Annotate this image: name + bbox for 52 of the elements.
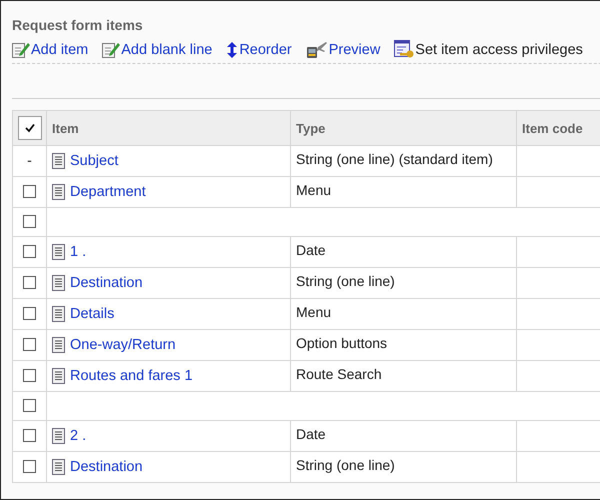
document-icon (52, 275, 66, 291)
type-cell: Date (290, 236, 516, 268)
column-header: Type (290, 110, 516, 146)
type-cell: Menu (290, 176, 516, 208)
document-icon (52, 306, 66, 322)
row-checkbox[interactable] (23, 245, 36, 258)
document-icon (52, 184, 66, 200)
toolbar-link[interactable]: Add blank line (102, 41, 212, 58)
row-checkbox[interactable] (23, 307, 36, 320)
document-icon (52, 244, 66, 260)
pencil-note-icon (102, 41, 120, 58)
row-checkbox[interactable] (23, 215, 36, 228)
row-checkbox[interactable] (23, 276, 36, 290)
document-icon (52, 459, 66, 475)
row-checkbox[interactable] (23, 185, 36, 198)
toolbar-action[interactable]: Set item access privileges (394, 40, 583, 59)
item-link[interactable]: Subject (70, 153, 118, 169)
column-header: Item (46, 110, 290, 146)
type-cell: String (one line) (standard item) (290, 146, 516, 176)
row-checkbox[interactable] (23, 399, 36, 412)
list-key-icon (394, 40, 414, 59)
toolbar-link[interactable]: Reorder (226, 40, 292, 58)
item-link[interactable]: Department (70, 184, 146, 200)
item-link[interactable]: 1 . (70, 244, 86, 260)
toolbar-link[interactable]: Preview (306, 40, 380, 58)
item-link[interactable]: Destination (70, 275, 143, 291)
type-cell: Date (290, 420, 516, 452)
type-cell: String (one line) (290, 268, 516, 298)
type-cell: String (one line) (290, 452, 516, 482)
document-icon (52, 153, 66, 169)
document-icon (52, 337, 66, 353)
document-icon (52, 428, 66, 444)
item-link[interactable]: 2 . (70, 428, 86, 444)
section-title: Request form items (12, 17, 144, 33)
row-checkbox[interactable] (23, 369, 36, 382)
document-icon (52, 368, 66, 384)
up-down-arrow-icon (226, 40, 238, 58)
toolbar-link[interactable]: Add item (12, 41, 88, 58)
check-icon (24, 123, 34, 133)
row-checkbox[interactable] (23, 338, 36, 352)
type-cell: Menu (290, 298, 516, 330)
bus-airplane-icon (306, 40, 328, 58)
row-checkbox[interactable] (23, 460, 36, 474)
item-link[interactable]: Destination (70, 459, 143, 475)
type-cell: Option buttons (290, 330, 516, 360)
type-cell: Route Search (290, 360, 516, 392)
column-header: Item code (516, 110, 600, 146)
row-checkbox[interactable] (23, 429, 36, 442)
pencil-note-icon (12, 41, 30, 58)
standard-item-marker: - (27, 152, 32, 168)
select-all-button[interactable] (18, 116, 42, 140)
item-link[interactable]: Details (70, 306, 114, 322)
